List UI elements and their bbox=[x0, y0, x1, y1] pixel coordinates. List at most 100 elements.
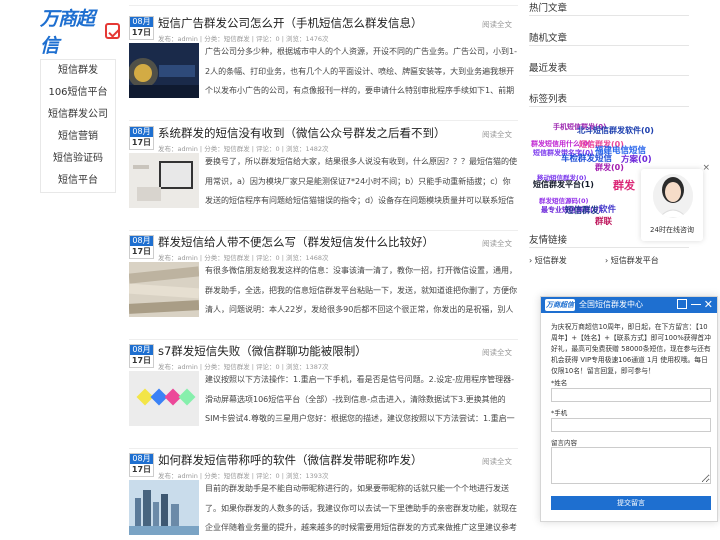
service-avatar bbox=[653, 174, 693, 218]
close-icon[interactable]: ✕ bbox=[704, 297, 713, 313]
nav-item-106-platform[interactable]: 106短信平台 bbox=[41, 82, 115, 104]
chat-widget: 万商超信 全国短信群发中心 ✕ 为庆祝万商超信10周年，即日起，在下方留言：【1… bbox=[540, 296, 718, 522]
post-header: 08月 17日 系统群发的短信没有收到（微信公众号群发之后看不到） 发布：adm… bbox=[129, 126, 518, 153]
post-month: 08月 bbox=[130, 236, 153, 246]
sidebar-title-random[interactable]: 随机文章 bbox=[529, 30, 567, 44]
divider bbox=[129, 339, 518, 340]
logo-check-icon bbox=[105, 23, 120, 39]
post-item: 08月 17日 短信广告群发公司怎么开（手机短信怎么群发信息） 发布：admin… bbox=[129, 16, 518, 121]
sidebar-title-tags: 标签列表 bbox=[529, 94, 568, 105]
nav-item-sms-mass[interactable]: 短信群发 bbox=[41, 60, 115, 82]
read-more-link[interactable]: 阅读全文 bbox=[482, 347, 512, 358]
tag-link[interactable]: 群发 bbox=[613, 177, 635, 193]
divider bbox=[529, 247, 689, 248]
post-month: 08月 bbox=[130, 454, 153, 464]
post-header: 08月 17日 如何群发短信带称呼的软件（微信群发带昵称咋发） 发布：admin… bbox=[129, 453, 518, 480]
phone-label: *手机 bbox=[551, 409, 568, 417]
post-date: 08月 17日 bbox=[129, 235, 154, 259]
post-title[interactable]: 系统群发的短信没有收到（微信公众号群发之后看不到） bbox=[158, 126, 446, 140]
sidebar-title-hot[interactable]: 热门文章 bbox=[529, 0, 567, 14]
read-more-link[interactable]: 阅读全文 bbox=[482, 19, 512, 30]
post-item: 08月 17日 s7群发短信失败（微信群聊功能被限制） 发布：admin | 分… bbox=[129, 344, 518, 449]
post-month: 08月 bbox=[130, 345, 153, 355]
post-thumbnail[interactable] bbox=[129, 480, 199, 535]
sidebar-title-recent[interactable]: 最近发表 bbox=[529, 60, 567, 74]
divider bbox=[529, 75, 689, 76]
post-thumbnail[interactable] bbox=[129, 371, 199, 426]
post-date: 08月 17日 bbox=[129, 16, 154, 40]
minimize-icon[interactable] bbox=[691, 299, 701, 305]
friend-link[interactable]: › 短信群发平台 bbox=[605, 255, 659, 266]
post-title[interactable]: 群发短信给人带不便怎么写（群发短信发什么比较好） bbox=[158, 235, 434, 249]
post-header: 08月 17日 短信广告群发公司怎么开（手机短信怎么群发信息） 发布：admin… bbox=[129, 16, 518, 43]
post-header: 08月 17日 s7群发短信失败（微信群聊功能被限制） 发布：admin | 分… bbox=[129, 344, 518, 371]
post-excerpt: 建议按照以下方法操作：1.重启一下手机，看是否是信号问题。2.设定-应用程序管理… bbox=[205, 375, 515, 423]
post-thumbnail[interactable] bbox=[129, 262, 199, 317]
post-day: 17日 bbox=[131, 247, 152, 256]
post-day: 17日 bbox=[131, 28, 152, 37]
category-nav: 短信群发 106短信平台 短信群发公司 短信营销 短信验证码 短信平台 bbox=[40, 59, 116, 193]
tag-link[interactable]: 软件 bbox=[599, 203, 616, 215]
close-icon[interactable]: × bbox=[702, 163, 710, 173]
site-logo[interactable]: 万商超信 bbox=[40, 8, 120, 57]
chat-header: 万商超信 全国短信群发中心 ✕ bbox=[541, 297, 717, 313]
nav-item-verification-code[interactable]: 短信验证码 bbox=[41, 148, 115, 170]
post-title[interactable]: s7群发短信失败（微信群聊功能被限制） bbox=[158, 344, 367, 358]
chat-title: 全国短信群发中心 bbox=[579, 300, 643, 309]
phone-field[interactable] bbox=[551, 418, 711, 432]
post-date: 08月 17日 bbox=[129, 126, 154, 150]
tag-link[interactable]: 方案(0) bbox=[621, 153, 652, 165]
submit-button[interactable]: 提交留言 bbox=[551, 496, 711, 510]
post-header: 08月 17日 群发短信给人带不便怎么写（群发短信发什么比较好） 发布：admi… bbox=[129, 235, 518, 262]
name-field[interactable] bbox=[551, 388, 711, 402]
logo-text: 万商超信 bbox=[40, 8, 95, 57]
divider bbox=[129, 120, 518, 121]
post-item: 08月 17日 系统群发的短信没有收到（微信公众号群发之后看不到） 发布：adm… bbox=[129, 126, 518, 231]
post-date: 08月 17日 bbox=[129, 344, 154, 368]
divider bbox=[529, 106, 689, 107]
post-month: 08月 bbox=[130, 127, 153, 137]
post-day: 17日 bbox=[131, 138, 152, 147]
post-excerpt: 有很多微信朋友给我发这样的信息：没事该清一清了，教你一招，打开微信设置，通用，群… bbox=[205, 266, 517, 314]
chat-intro: 为庆祝万商超信10周年，即日起，在下方留言：【10周年】+【姓名】+【联系方式】… bbox=[551, 323, 711, 375]
post-thumbnail[interactable] bbox=[129, 43, 199, 98]
divider bbox=[129, 5, 518, 6]
friend-link-label: 短信群发 bbox=[534, 256, 567, 265]
read-more-link[interactable]: 阅读全文 bbox=[482, 456, 512, 467]
nav-item-sms-company[interactable]: 短信群发公司 bbox=[41, 104, 115, 126]
post-title[interactable]: 短信广告群发公司怎么开（手机短信怎么群发信息） bbox=[158, 16, 423, 30]
post-item: 08月 17日 如何群发短信带称呼的软件（微信群发带昵称咋发） 发布：admin… bbox=[129, 453, 518, 540]
post-excerpt: 广告公司分多少种，根据城市中人的个人资源，开设不同的广告业务。广告公司，小到1-… bbox=[205, 47, 517, 95]
read-more-link[interactable]: 阅读全文 bbox=[482, 129, 512, 140]
name-label: *姓名 bbox=[551, 379, 568, 387]
post-excerpt: 要换号了，所以群发短信给大家，结果很多人说没有收到，什么原因？？？最短信猫的使用… bbox=[205, 157, 517, 205]
post-title[interactable]: 如何群发短信带称呼的软件（微信群发带昵称咋发） bbox=[158, 453, 423, 467]
divider bbox=[129, 230, 518, 231]
tag-link[interactable]: 北斗短信群发软件(0) bbox=[577, 125, 654, 136]
post-item: 08月 17日 群发短信给人带不便怎么写（群发短信发什么比较好） 发布：admi… bbox=[129, 235, 518, 340]
tag-link[interactable]: 群发(0) bbox=[595, 162, 624, 173]
service-label: 24时在线咨询 bbox=[650, 226, 694, 234]
friend-link-label: 短信群发平台 bbox=[610, 256, 659, 265]
post-thumbnail[interactable] bbox=[129, 153, 199, 208]
popout-icon[interactable] bbox=[677, 299, 687, 309]
message-label: 留言内容 bbox=[551, 439, 577, 447]
tag-link[interactable]: 短信群发 bbox=[565, 204, 599, 216]
read-more-link[interactable]: 阅读全文 bbox=[482, 238, 512, 249]
nav-item-sms-platform[interactable]: 短信平台 bbox=[41, 170, 115, 192]
online-service-card[interactable]: × 24时在线咨询 bbox=[641, 163, 710, 241]
friend-link[interactable]: › 短信群发 bbox=[529, 255, 567, 266]
post-day: 17日 bbox=[131, 356, 152, 365]
divider bbox=[529, 45, 689, 46]
post-date: 08月 17日 bbox=[129, 453, 154, 477]
tag-link[interactable]: 短信群发平台(1) bbox=[533, 179, 594, 190]
chat-logo: 万商超信 bbox=[545, 299, 575, 311]
tag-link[interactable]: 群联 bbox=[595, 215, 612, 227]
message-field[interactable] bbox=[551, 447, 711, 484]
divider bbox=[529, 15, 689, 16]
divider bbox=[129, 448, 518, 449]
post-excerpt: 目前的群发助手是不能自动带昵称进行的，如果要带昵称的话就只能一个个地进行发送了。… bbox=[205, 484, 517, 532]
sidebar-title-links: 友情链接 bbox=[529, 235, 568, 246]
post-day: 17日 bbox=[131, 465, 152, 474]
nav-item-sms-marketing[interactable]: 短信营销 bbox=[41, 126, 115, 148]
